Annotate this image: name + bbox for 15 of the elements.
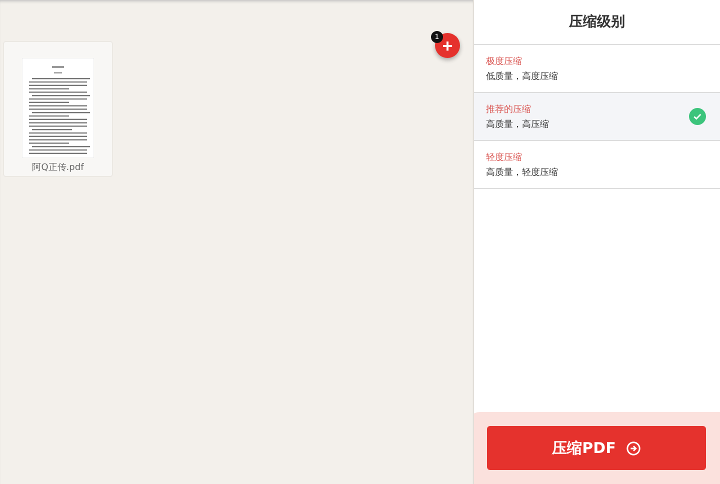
compress-pdf-button[interactable]: 压缩PDF bbox=[487, 426, 706, 470]
option-title: 极度压缩 bbox=[486, 56, 523, 68]
arrow-right-icon bbox=[626, 440, 641, 456]
option-title: 推荐的压缩 bbox=[486, 104, 532, 116]
compression-option[interactable]: 轻度压缩 高质量，轻度压缩 bbox=[474, 141, 720, 189]
option-description: 低质量，高度压缩 bbox=[486, 70, 559, 82]
check-icon bbox=[689, 108, 706, 125]
file-card[interactable]: 阿Q正传.pdf bbox=[3, 41, 113, 177]
plus-icon: + bbox=[442, 36, 453, 54]
compression-option[interactable]: 推荐的压缩 高质量，高压缩 bbox=[474, 93, 720, 141]
option-description: 高质量，高压缩 bbox=[486, 118, 550, 130]
panel-title: 压缩级别 bbox=[474, 0, 720, 45]
file-name: 阿Q正传.pdf bbox=[32, 162, 84, 174]
option-description: 高质量，轻度压缩 bbox=[486, 166, 559, 178]
option-title: 轻度压缩 bbox=[486, 152, 523, 164]
